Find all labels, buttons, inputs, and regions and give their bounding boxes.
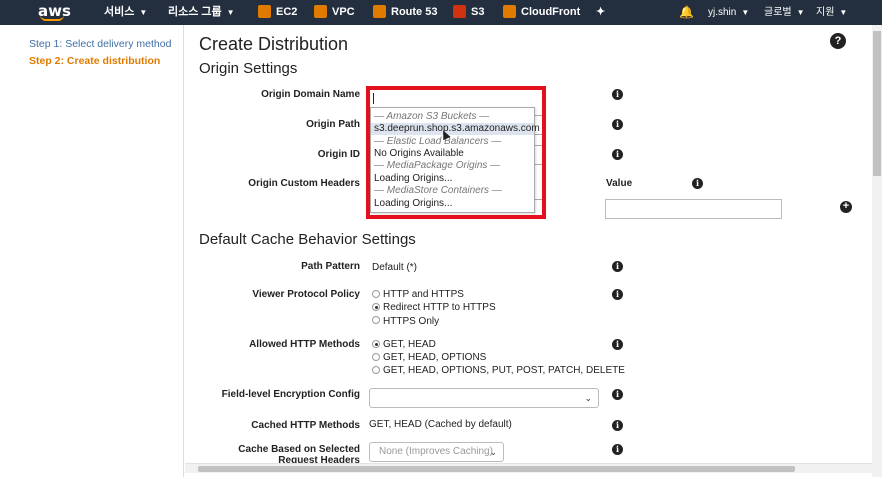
support-menu[interactable]: 지원 ▼ — [816, 0, 847, 25]
add-header-icon[interactable]: + — [840, 201, 852, 213]
help-icon[interactable]: ? — [830, 33, 846, 49]
step-select-delivery-method[interactable]: Step 1: Select delivery method — [29, 38, 171, 50]
chevron-down-icon: ▼ — [139, 8, 148, 17]
radio-http-and-https[interactable] — [372, 290, 380, 298]
scrollbar-thumb[interactable] — [873, 31, 881, 176]
radio-label: HTTP and HTTPS — [383, 289, 464, 300]
favorite-label: Route 53 — [391, 6, 438, 18]
origin-domain-name-input[interactable] — [370, 90, 542, 106]
favorite-route53[interactable]: Route 53 — [373, 0, 437, 25]
bell-icon[interactable]: 🔔 — [679, 0, 694, 25]
vertical-scrollbar[interactable] — [872, 25, 882, 477]
origin-domain-name-label: Origin Domain Name — [261, 89, 360, 100]
chevron-down-icon: ▼ — [839, 8, 848, 17]
path-pattern-value: Default (*) — [372, 262, 418, 273]
origin-path-label: Origin Path — [306, 119, 360, 130]
path-pattern-label: Path Pattern — [301, 261, 360, 272]
vpc-icon — [314, 4, 327, 18]
radio-label: GET, HEAD — [383, 339, 436, 350]
cache-headers-select-value: None (Improves Caching) — [379, 446, 493, 457]
radio-label: Redirect HTTP to HTTPS — [383, 302, 496, 313]
favorite-label: CloudFront — [521, 6, 581, 18]
info-icon[interactable]: i — [612, 261, 623, 272]
radio-get-head-options[interactable] — [372, 353, 380, 361]
services-label: 서비스 — [104, 6, 135, 18]
origin-id-label: Origin ID — [317, 149, 360, 160]
route53-icon — [373, 4, 386, 18]
radio-all-methods[interactable] — [372, 366, 380, 374]
top-navigation-bar: aws 서비스 ▼ 리소스 그룹 ▼ EC2 VPC Route 53 S3 Clo… — [0, 0, 882, 25]
account-menu[interactable]: yj.shin ▼ — [708, 0, 749, 25]
s3-icon — [453, 4, 466, 18]
field-level-encryption-label: Field-level Encryption Config — [221, 389, 360, 400]
radio-redirect-http-to-https[interactable] — [372, 303, 380, 311]
info-icon[interactable]: i — [612, 444, 623, 455]
region-label: 글로벌 — [764, 7, 792, 18]
dropdown-group-s3: — Amazon S3 Buckets — — [374, 111, 490, 122]
pin-icon[interactable]: ✦ — [596, 0, 605, 25]
chevron-down-icon: ⌄ — [489, 447, 497, 457]
favorite-s3[interactable]: S3 — [453, 0, 484, 25]
value-column-label: Value — [606, 178, 633, 189]
services-menu[interactable]: 서비스 ▼ — [104, 0, 147, 25]
aws-logo-smile — [40, 15, 64, 21]
resource-groups-menu[interactable]: 리소스 그룹 ▼ — [168, 0, 235, 25]
cache-headers-select[interactable]: None (Improves Caching) ⌄ — [369, 442, 504, 462]
chevron-down-icon: ▼ — [226, 8, 235, 17]
info-icon[interactable]: i — [612, 420, 623, 431]
info-icon[interactable]: i — [612, 149, 623, 160]
favorite-cloudfront[interactable]: CloudFront — [503, 0, 580, 25]
dropdown-option-loading[interactable]: Loading Origins... — [371, 198, 534, 210]
dropdown-option-no-origins[interactable]: No Origins Available — [371, 148, 534, 160]
favorite-label: VPC — [332, 6, 355, 18]
horizontal-scrollbar[interactable] — [185, 463, 872, 473]
radio-label: GET, HEAD, OPTIONS, PUT, POST, PATCH, DE… — [383, 365, 625, 376]
radio-label: GET, HEAD, OPTIONS — [383, 352, 487, 363]
resource-groups-label: 리소스 그룹 — [168, 6, 222, 18]
wizard-sidebar: Step 1: Select delivery method Step 2: C… — [0, 25, 184, 477]
cached-methods-value: GET, HEAD (Cached by default) — [369, 419, 512, 430]
chevron-down-icon: ▼ — [796, 8, 805, 17]
info-icon[interactable]: i — [612, 289, 623, 300]
favorite-label: EC2 — [276, 6, 298, 18]
allowed-methods-label: Allowed HTTP Methods — [249, 339, 360, 350]
info-icon[interactable]: i — [612, 89, 623, 100]
favorite-ec2[interactable]: EC2 — [258, 0, 297, 25]
cached-methods-label: Cached HTTP Methods — [251, 420, 360, 431]
dropdown-group-mediapackage: — MediaPackage Origins — — [374, 160, 501, 171]
origin-domain-dropdown: — Amazon S3 Buckets — s3.deeprun.shop.s3… — [370, 107, 540, 213]
scrollbar-thumb[interactable] — [198, 466, 795, 472]
viewer-protocol-label: Viewer Protocol Policy — [252, 289, 360, 300]
info-icon[interactable]: i — [612, 389, 623, 400]
dropdown-group-mediastore: — MediaStore Containers — — [374, 185, 502, 196]
chevron-down-icon: ⌄ — [584, 393, 592, 403]
cloudfront-icon — [503, 4, 516, 18]
radio-get-head[interactable] — [372, 340, 380, 348]
dropdown-option-s3-bucket[interactable]: s3.deeprun.shop.s3.amazonaws.com — [371, 123, 540, 135]
page-title: Create Distribution — [199, 34, 349, 54]
favorite-label: S3 — [471, 6, 485, 18]
dropdown-group-elb: — Elastic Load Balancers — — [374, 136, 502, 147]
info-icon[interactable]: i — [612, 339, 623, 350]
info-icon[interactable]: i — [612, 119, 623, 130]
step-create-distribution: Step 2: Create distribution — [29, 55, 161, 67]
radio-label: HTTPS Only — [383, 316, 440, 327]
origin-custom-headers-label: Origin Custom Headers — [248, 178, 360, 189]
ec2-icon — [258, 4, 271, 18]
radio-https-only[interactable] — [372, 316, 380, 324]
origin-settings-heading: Origin Settings — [199, 60, 298, 77]
region-menu[interactable]: 글로벌 ▼ — [764, 0, 805, 25]
header-value-input[interactable] — [605, 199, 782, 219]
cache-headers-label-line1: Cache Based on Selected — [238, 444, 360, 455]
dropdown-option-loading[interactable]: Loading Origins... — [371, 173, 534, 185]
cache-behavior-heading: Default Cache Behavior Settings — [199, 231, 416, 248]
user-name: yj.shin — [708, 7, 737, 18]
info-icon[interactable]: i — [692, 178, 703, 189]
favorite-vpc[interactable]: VPC — [314, 0, 355, 25]
text-cursor — [373, 93, 374, 104]
support-label: 지원 — [816, 7, 835, 18]
chevron-down-icon: ▼ — [741, 8, 750, 17]
field-level-encryption-select[interactable]: ⌄ — [369, 388, 599, 408]
